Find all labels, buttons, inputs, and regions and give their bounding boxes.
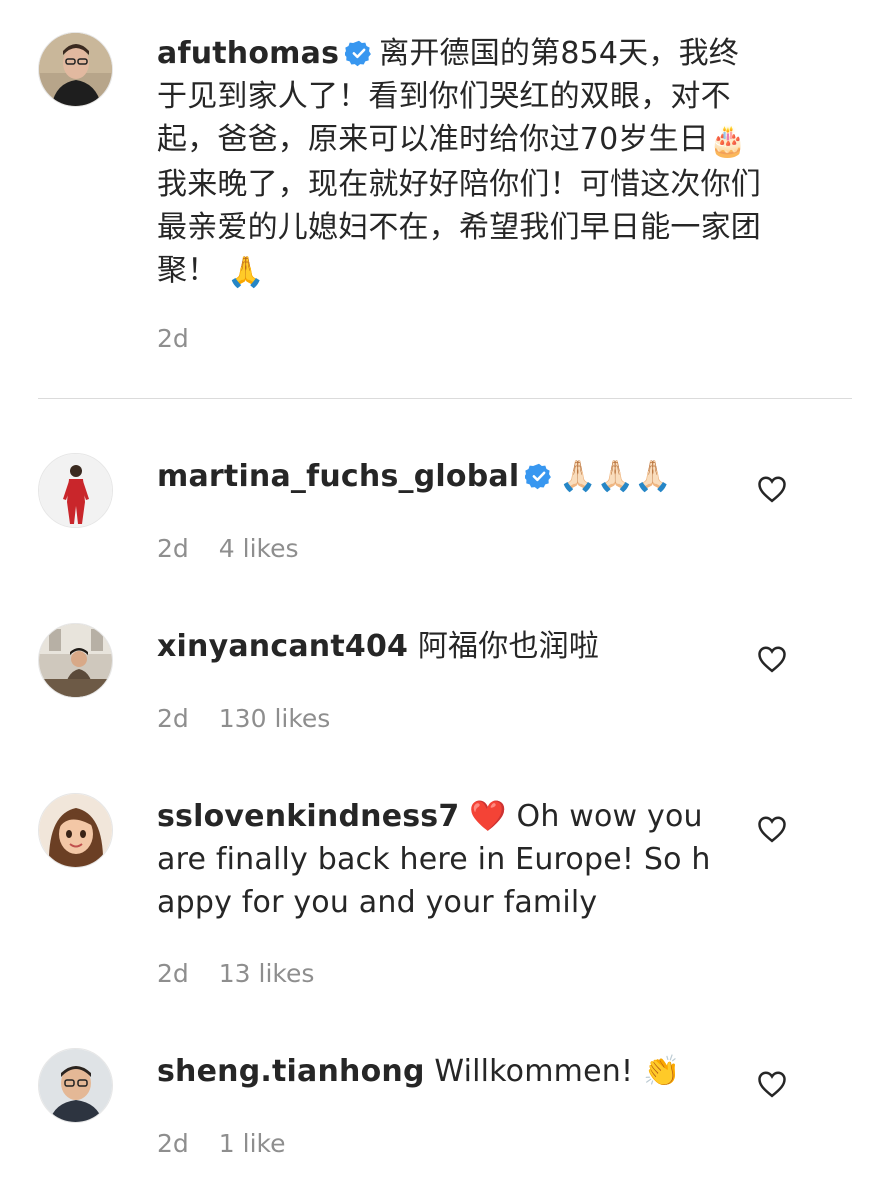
avatar-sslovenkindness7[interactable] xyxy=(38,793,113,868)
comment-meta: 2d 130 likes xyxy=(157,704,330,734)
comment-likes[interactable]: 1 like xyxy=(219,1129,286,1158)
clapping-hands-emoji: 👏 xyxy=(642,1054,681,1089)
verified-badge-icon xyxy=(345,40,372,67)
comment-text: sheng.tianhong Willkommen! 👏 xyxy=(157,1050,717,1093)
comment-body: 阿福你也润啦 xyxy=(417,629,600,664)
heart-outline-icon[interactable] xyxy=(757,645,787,673)
comment-username[interactable]: sheng.tianhong xyxy=(157,1054,425,1089)
comment-timestamp[interactable]: 2d xyxy=(157,534,189,563)
comment-likes[interactable]: 4 likes xyxy=(219,534,299,563)
avatar-image xyxy=(39,454,112,527)
comment-text: xinyancant404 阿福你也润啦 xyxy=(157,625,717,668)
avatar-xinyancant404[interactable] xyxy=(38,623,113,698)
comment-username[interactable]: sslovenkindness7 xyxy=(157,799,459,834)
folded-hands-emoji: 🙏 xyxy=(227,255,265,290)
comment-meta: 2d 1 like xyxy=(157,1129,286,1159)
heart-outline-icon[interactable] xyxy=(757,1070,787,1098)
comment-text: sslovenkindness7 ❤️ Oh wow you are final… xyxy=(157,795,717,924)
comment-likes[interactable]: 130 likes xyxy=(219,704,331,733)
caption-meta: 2d xyxy=(157,324,189,354)
comment-timestamp[interactable]: 2d xyxy=(157,959,189,988)
comment-timestamp[interactable]: 2d xyxy=(157,1129,189,1158)
comment-timestamp[interactable]: 2d xyxy=(157,704,189,733)
caption-timestamp[interactable]: 2d xyxy=(157,324,189,353)
comment-body: Willkommen! xyxy=(434,1054,634,1089)
avatar-sheng.tianhong[interactable] xyxy=(38,1048,113,1123)
comment-username[interactable]: martina_fuchs_global xyxy=(157,459,519,494)
avatar-martina_fuchs_global[interactable] xyxy=(38,453,113,528)
comment-meta: 2d 13 likes xyxy=(157,959,314,989)
divider xyxy=(38,398,852,399)
caption-username[interactable]: afuthomas xyxy=(157,36,339,71)
verified-badge-icon xyxy=(525,463,552,490)
comment-text: martina_fuchs_global 🙏🏻🙏🏻🙏🏻 xyxy=(157,455,717,498)
heart-outline-icon[interactable] xyxy=(757,475,787,503)
avatar-image xyxy=(39,1049,112,1122)
avatar-afuthomas[interactable] xyxy=(38,32,113,107)
heart-outline-icon[interactable] xyxy=(757,815,787,843)
caption-text: afuthomas 离开德国的第854天，我终于见到家人了！看到你们哭红的双眼，对… xyxy=(157,32,767,294)
birthday-cake-emoji: 🎂 xyxy=(708,124,747,159)
avatar-image xyxy=(39,624,112,697)
avatar-image xyxy=(39,794,112,867)
red-heart-emoji: ❤️ xyxy=(469,799,507,834)
avatar-image xyxy=(39,33,112,106)
comment-meta: 2d 4 likes xyxy=(157,534,299,564)
comment-body: 🙏🏻🙏🏻🙏🏻 xyxy=(559,459,672,494)
comment-username[interactable]: xinyancant404 xyxy=(157,629,408,664)
comment-likes[interactable]: 13 likes xyxy=(219,959,315,988)
